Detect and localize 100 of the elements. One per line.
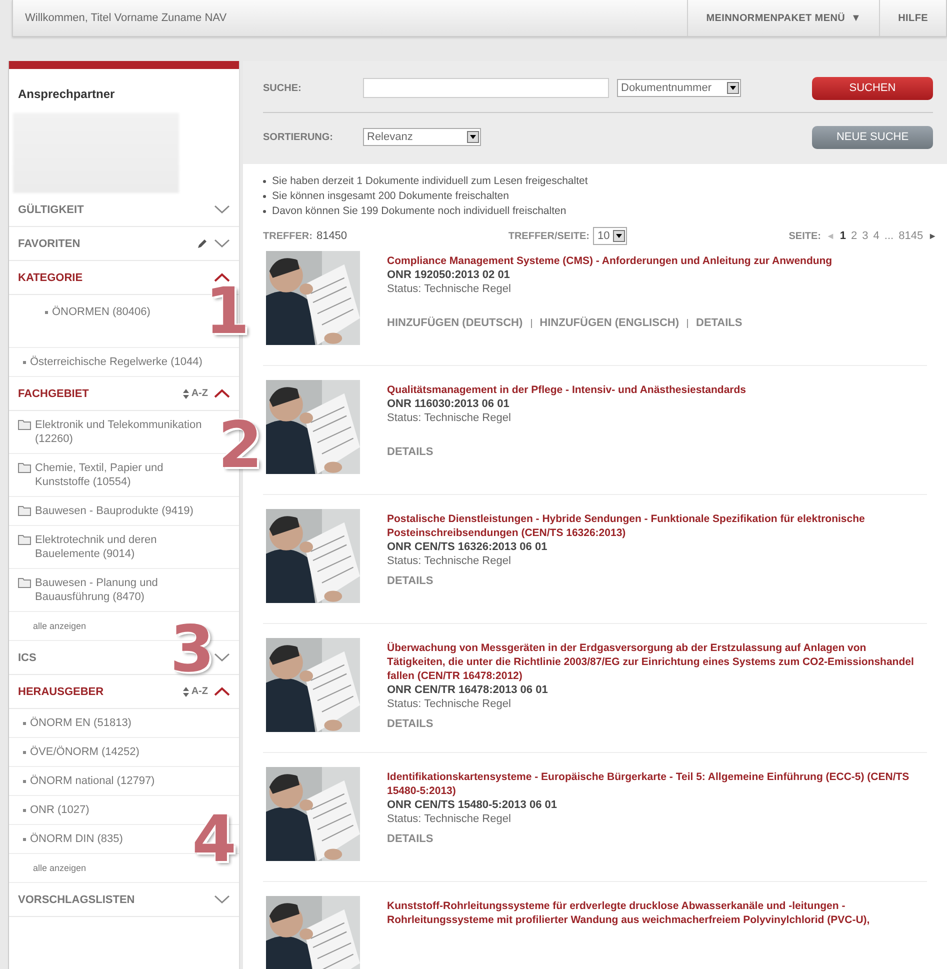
menu-link[interactable]: MEINNORMENPAKET MENÜ ▼ [687,0,880,36]
page-link[interactable]: 4 [873,230,880,242]
folder-icon [18,462,31,473]
document-title-link[interactable]: Compliance Management Systeme (CMS) - Anforderungen und Anleitung zur Anwendung [387,251,832,268]
chevron-up-icon[interactable] [214,389,230,398]
document-status: Status: Technische Regel [387,412,512,424]
document-title-link[interactable]: Überwachung von Messgeräten in der Erdgasversorgung ab der Erstzulassung auf Anlagen von Tätigkeiten, die unter die Richtlinie 2003/87/EG zur Einrichtung eines Systems zum CO2-Emissionshandel fallen (CEN/TR 16478:2012) [387,638,927,683]
bullet-icon [23,360,26,364]
sort-button[interactable]: A-Z [183,686,208,697]
menu-link[interactable]: HILFE [879,0,946,36]
sort-button[interactable]: A-Z [183,388,208,399]
document-title-link[interactable]: Qualitätsmanagement in der Pflege - Intensiv- und Anästhesiestandards [387,380,746,397]
show-all-link[interactable]: alle anzeigen [33,863,86,873]
hits-label: TREFFER: [263,230,312,242]
search-button[interactable]: SUCHEN [812,76,933,100]
document-number: ONR 192050:2013 02 01 [387,269,511,281]
per-page-label: TREFFER/SEITE: [508,230,590,242]
search-field[interactable] [363,78,609,98]
per-page-dropdown[interactable]: 10 [593,227,628,245]
sort-icon [183,388,190,398]
new-search-button[interactable]: NEUE SUCHE [812,126,933,148]
document-title-link[interactable]: Identifikationskartensysteme - Europäische Bürgerkarte - Teil 5: Allgemeine Einführung (ECC-5) (CEN/TS 15480-5:2013) [387,767,927,798]
filter-option[interactable]: Bauwesen - Bauprodukte (9419) [35,504,194,518]
bullet-icon [23,808,26,812]
chevron-up-icon[interactable] [214,273,230,282]
sort-dropdown[interactable]: Relevanz [363,128,481,146]
filter-heading[interactable]: HERAUSGEBER [18,686,104,698]
page-link[interactable]: 8145 [898,230,924,242]
action-link[interactable]: DETAILS [696,317,742,329]
chevron-down-icon[interactable] [214,653,230,662]
filter-option[interactable]: Chemie, Textil, Papier und Kunststoffe (10554) [35,461,203,489]
sort-icon [183,686,190,696]
page-link[interactable]: 3 [862,230,868,242]
document-number: ONR CEN/TR 16478:2013 06 01 [387,684,549,696]
callout-number: 3 [170,618,215,682]
bullet-icon [23,722,26,724]
document-title-link[interactable]: Kunststoff-Rohrleitungssysteme für erdverlegte drucklose Abwasserkanäle und -leitungen - Rohrleitungssysteme mit profilierter Wandung aus weichmacherfreiem Polyvinylchlorid (PVC-U), [387,896,927,927]
page-link[interactable]: 2 [851,230,858,242]
filter-option[interactable]: ÖVE/ÖNORM (14252) [30,745,140,759]
folder-icon [18,419,31,430]
sort-label: SORTIERUNG: [263,132,334,142]
action-link[interactable]: HINZUFÜGEN (DEUTSCH) [387,317,523,329]
bullet-icon [23,780,26,782]
action-link[interactable]: HINZUFÜGEN (ENGLISCH) [540,317,679,329]
filter-option[interactable]: ÖNORM national (12797) [30,774,155,788]
folder-icon [18,505,31,516]
bullet-icon [263,195,266,198]
document-status: Status: Technische Regel [387,283,512,295]
show-all-link[interactable]: alle anzeigen [33,621,86,631]
document-number: ONR CEN/TS 16326:2013 06 01 [387,541,548,553]
info-note: Sie haben derzeit 1 Dokumente individuell zum Lesen freigeschaltet [272,174,588,189]
filter-option[interactable]: Elektrotechnik und deren Bauelemente (9014) [35,533,203,561]
search-label: SUCHE: [263,82,302,94]
hits-count: 81450 [316,230,348,242]
chevron-down-icon[interactable] [214,895,230,904]
page-link[interactable]: 1 [840,230,846,242]
pencil-icon[interactable] [196,238,208,250]
filter-option[interactable]: Elektronik und Telekommunikation (12260) [35,418,203,446]
filter-option[interactable]: ÖNORM DIN (835) [30,832,123,846]
document-number: ONR CEN/TS 15480-5:2013 06 01 [387,799,558,811]
action-link[interactable]: DETAILS [387,446,434,458]
filter-heading[interactable]: GÜLTIGKEIT [18,204,84,216]
filter-option[interactable]: ÖNORM EN (51813) [30,716,132,730]
bullet-icon [23,838,26,840]
document-status: Status: Technische Regel [387,555,512,567]
action-link[interactable]: DETAILS [387,575,434,587]
next-page-button[interactable]: ► [928,231,937,241]
filter-option[interactable]: ONR (1027) [30,803,90,817]
info-note: Davon können Sie 199 Dokumente noch individuell freischalten [272,204,566,219]
folder-icon [18,577,31,588]
document-number: ONR 116030:2013 06 01 [387,398,510,410]
filter-option[interactable]: Österreichische Regelwerke (1044) [30,355,202,369]
document-title-link[interactable]: Postalische Dienstleistungen - Hybride Sendungen - Funktionale Spezifikation für elektronische Posteinschreibsendungen (CEN/TS 16326:2013) [387,509,927,540]
filter-heading[interactable]: FACHGEBIET [18,388,89,400]
document-status: Status: Technische Regel [387,698,512,710]
bullet-icon [263,180,266,183]
contact-heading: Ansprechpartner [17,86,116,101]
filter-heading[interactable]: KATEGORIE [18,272,83,284]
welcome-text: Willkommen, Titel Vorname Zuname NAV [24,12,228,24]
document-status: Status: Technische Regel [387,813,512,825]
page-label: SEITE: [788,230,821,242]
chevron-down-icon[interactable] [214,205,230,214]
folder-icon [18,534,31,545]
callout-number: 2 [218,414,263,478]
filter-option[interactable]: Bauwesen - Planung und Bauausführung (8470) [35,576,203,604]
field-type-dropdown[interactable]: Dokumentnummer [617,79,741,97]
filter-heading[interactable]: FAVORITEN [18,238,80,250]
filter-heading[interactable]: VORSCHLAGSLISTEN [18,894,135,906]
info-note: Sie können insgesamt 200 Dokumente freischalten [272,189,509,204]
bullet-icon [45,310,48,314]
bullet-icon [23,750,26,754]
filter-heading[interactable]: ICS [18,652,36,664]
page-link[interactable]: ... [884,230,894,242]
action-link[interactable]: DETAILS [387,833,434,845]
chevron-down-icon[interactable] [214,239,230,248]
callout-number: 1 [205,280,250,344]
filter-option[interactable]: ÖNORMEN (80406) [52,305,150,319]
callout-number: 4 [192,808,237,872]
chevron-up-icon[interactable] [214,687,230,696]
action-link[interactable]: DETAILS [387,718,434,730]
